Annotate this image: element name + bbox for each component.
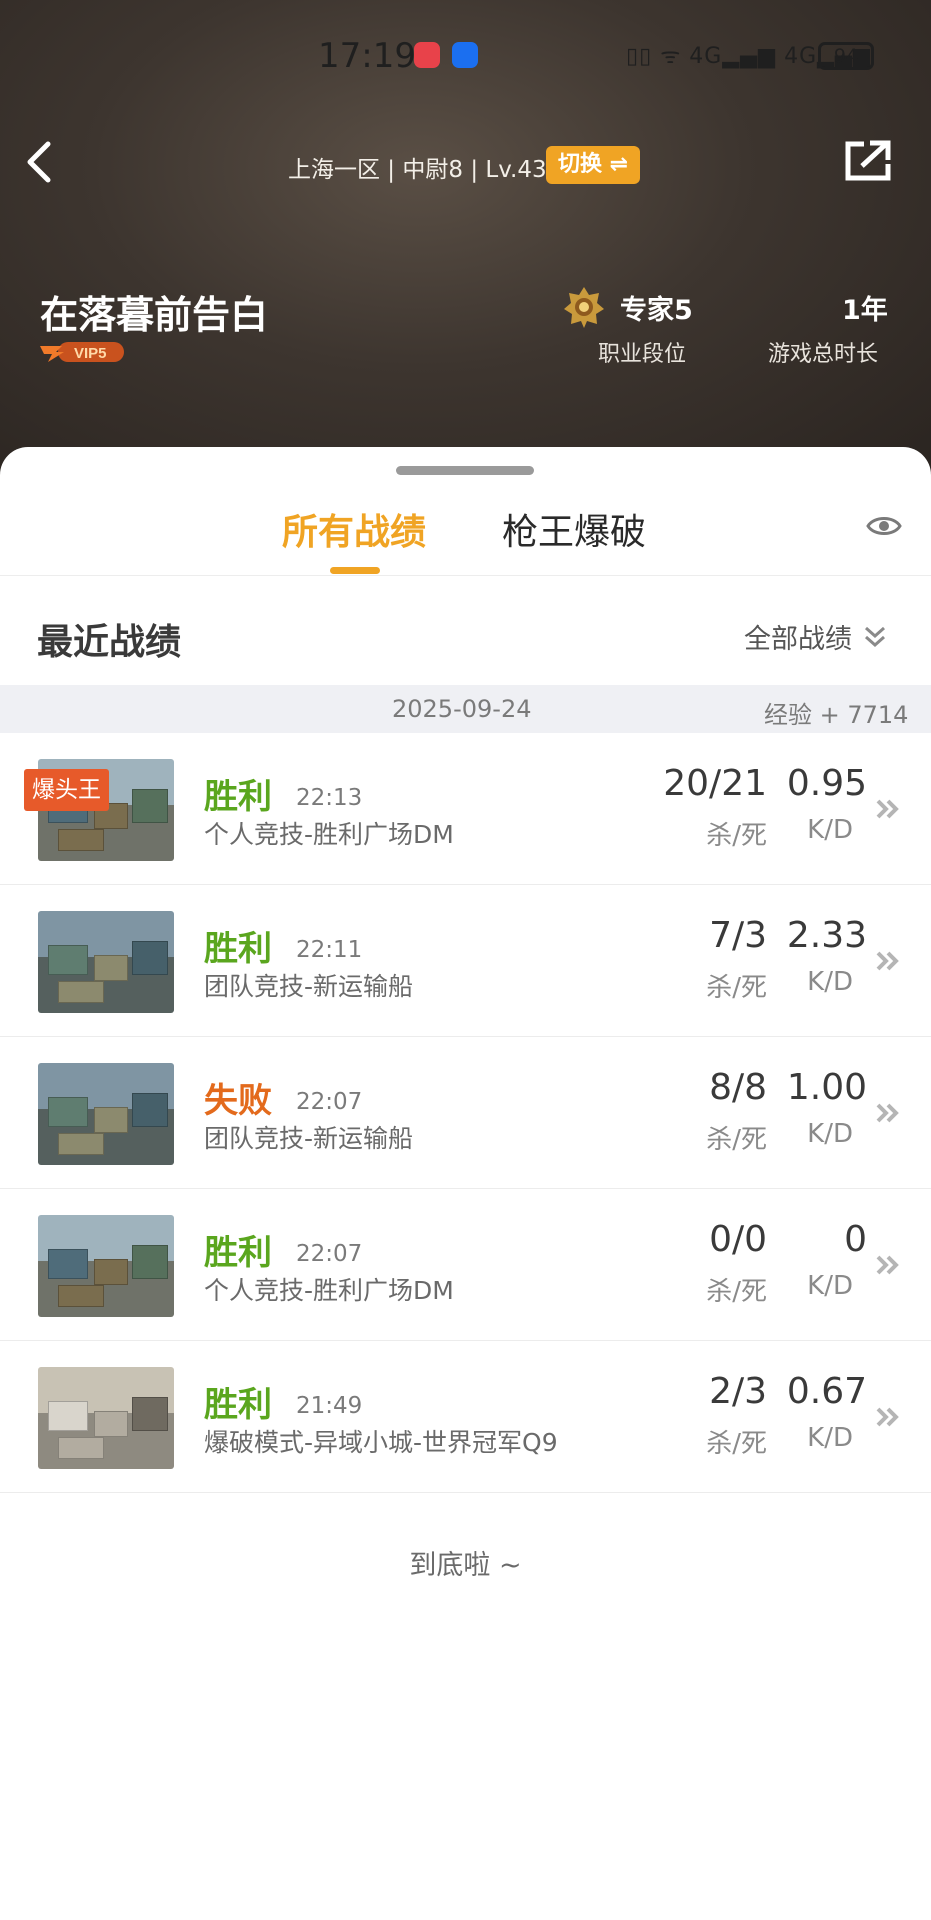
kills-deaths: 2/3 [709, 1371, 767, 1412]
kills-deaths: 7/3 [709, 915, 767, 956]
kd-ratio-label: K/D [807, 1423, 853, 1453]
server-info: 上海一区 | 中尉8 | Lv.43 [288, 157, 547, 183]
match-time: 22:13 [296, 785, 363, 811]
kills-deaths: 0/0 [709, 1219, 767, 1260]
app-notification-icon [414, 42, 440, 68]
kills-deaths: 8/8 [709, 1067, 767, 1108]
match-list: 爆头王 胜利 22:13 个人竞技-胜利广场DM 20/21 杀/死 0.95 … [0, 733, 931, 1493]
match-mode: 个人竞技-胜利广场DM [204, 820, 454, 849]
section-title: 最近战绩 [37, 622, 182, 663]
share-icon [845, 140, 891, 181]
headshot-king-tag: 爆头王 [24, 769, 109, 811]
match-mode: 团队竞技-新运输船 [204, 1124, 414, 1153]
double-chevron-right-icon [876, 1103, 899, 1123]
map-thumbnail [38, 1063, 174, 1165]
match-time: 21:49 [296, 1393, 363, 1419]
match-mode: 团队竞技-新运输船 [204, 972, 414, 1001]
kd-ratio: 1.00 [786, 1067, 867, 1108]
tab-sniper-demolition[interactable]: 枪王爆破 [502, 503, 646, 555]
double-chevron-down-icon [865, 626, 885, 647]
filter-label: 全部战绩 [744, 624, 852, 655]
map-thumbnail [38, 1215, 174, 1317]
active-tab-indicator [330, 567, 380, 574]
match-mode: 个人竞技-胜利广场DM [204, 1276, 454, 1305]
group-date: 2025-09-24 [392, 695, 532, 723]
battery-icon: 94 [818, 42, 874, 70]
kd-ratio: 0 [844, 1219, 867, 1260]
match-time: 22:07 [296, 1241, 363, 1267]
share-button[interactable] [842, 138, 894, 184]
player-name: 在落暮前告白 [40, 293, 269, 337]
filter-dropdown[interactable]: 全部战绩 [744, 617, 888, 656]
match-mode: 爆破模式-异域小城-世界冠军Q9 [204, 1428, 558, 1457]
switch-server-button[interactable]: 切换 ⇌ [546, 146, 641, 184]
date-group-header: 2025-09-24 经验 + 7714 [0, 685, 931, 733]
kills-deaths-label: 杀/死 [706, 1277, 767, 1307]
rank-label: 职业段位 [598, 342, 687, 367]
kills-deaths-label: 杀/死 [706, 973, 767, 1003]
end-of-list-text: 到底啦 ~ [409, 1550, 522, 1581]
play-time-value: 1年 [842, 295, 888, 326]
status-time: 17:19 [318, 36, 416, 76]
match-row[interactable]: 爆头王 胜利 22:13 个人竞技-胜利广场DM 20/21 杀/死 0.95 … [0, 733, 931, 885]
match-result: 胜利 [204, 777, 272, 817]
kills-deaths-label: 杀/死 [706, 1125, 767, 1155]
double-chevron-right-icon [876, 951, 899, 971]
match-result: 胜利 [204, 929, 272, 969]
vip-badge: VIP5 [40, 342, 124, 362]
eye-icon[interactable] [866, 513, 902, 539]
kills-deaths-label: 杀/死 [706, 1429, 767, 1459]
match-result: 失败 [204, 1081, 272, 1121]
svg-text:VIP5: VIP5 [74, 345, 107, 362]
match-result: 胜利 [204, 1385, 272, 1425]
status-bar: 17:19 ▯▯ ᯤ 4G▂▄▆ 4G▂▄▆ 94 [0, 32, 931, 76]
map-thumbnail [38, 911, 174, 1013]
kills-deaths: 20/21 [663, 763, 767, 804]
match-result: 胜利 [204, 1233, 272, 1273]
double-chevron-right-icon [876, 799, 899, 819]
rank-medal-icon [564, 287, 604, 328]
kills-deaths-label: 杀/死 [706, 821, 767, 851]
chevron-left-icon [27, 141, 51, 183]
back-button[interactable] [20, 138, 60, 186]
play-time-label: 游戏总时长 [768, 342, 879, 367]
kd-ratio-label: K/D [807, 967, 853, 997]
match-time: 22:11 [296, 937, 363, 963]
kd-ratio: 0.67 [786, 1371, 867, 1412]
records-sheet: 所有战绩 枪王爆破 最近战绩 全部战绩 2025-09-24 经验 + 7714… [0, 447, 931, 1920]
rank-value: 专家5 [620, 295, 693, 326]
kd-ratio: 0.95 [786, 763, 867, 804]
kd-ratio: 2.33 [786, 915, 867, 956]
map-thumbnail [38, 1367, 174, 1469]
match-row[interactable]: 胜利 22:11 团队竞技-新运输船 7/3 杀/死 2.33 K/D [0, 885, 931, 1037]
drag-handle[interactable] [396, 466, 534, 475]
match-row[interactable]: 胜利 22:07 个人竞技-胜利广场DM 0/0 杀/死 0 K/D [0, 1189, 931, 1341]
match-row[interactable]: 失败 22:07 团队竞技-新运输船 8/8 杀/死 1.00 K/D [0, 1037, 931, 1189]
kd-ratio-label: K/D [807, 1271, 853, 1301]
double-chevron-right-icon [876, 1407, 899, 1427]
match-row[interactable]: 胜利 21:49 爆破模式-异域小城-世界冠军Q9 2/3 杀/死 0.67 K… [0, 1341, 931, 1493]
group-exp: 经验 + 7714 [764, 701, 909, 729]
profile-header: 17:19 ▯▯ ᯤ 4G▂▄▆ 4G▂▄▆ 94 上海一区 | 中尉8 | L… [0, 0, 931, 480]
double-chevron-right-icon [876, 1255, 899, 1275]
divider [0, 575, 931, 576]
weather-app-icon [452, 42, 478, 68]
tab-all-records[interactable]: 所有战绩 [282, 503, 426, 555]
kd-ratio-label: K/D [807, 1119, 853, 1149]
match-time: 22:07 [296, 1089, 363, 1115]
kd-ratio-label: K/D [807, 815, 853, 845]
